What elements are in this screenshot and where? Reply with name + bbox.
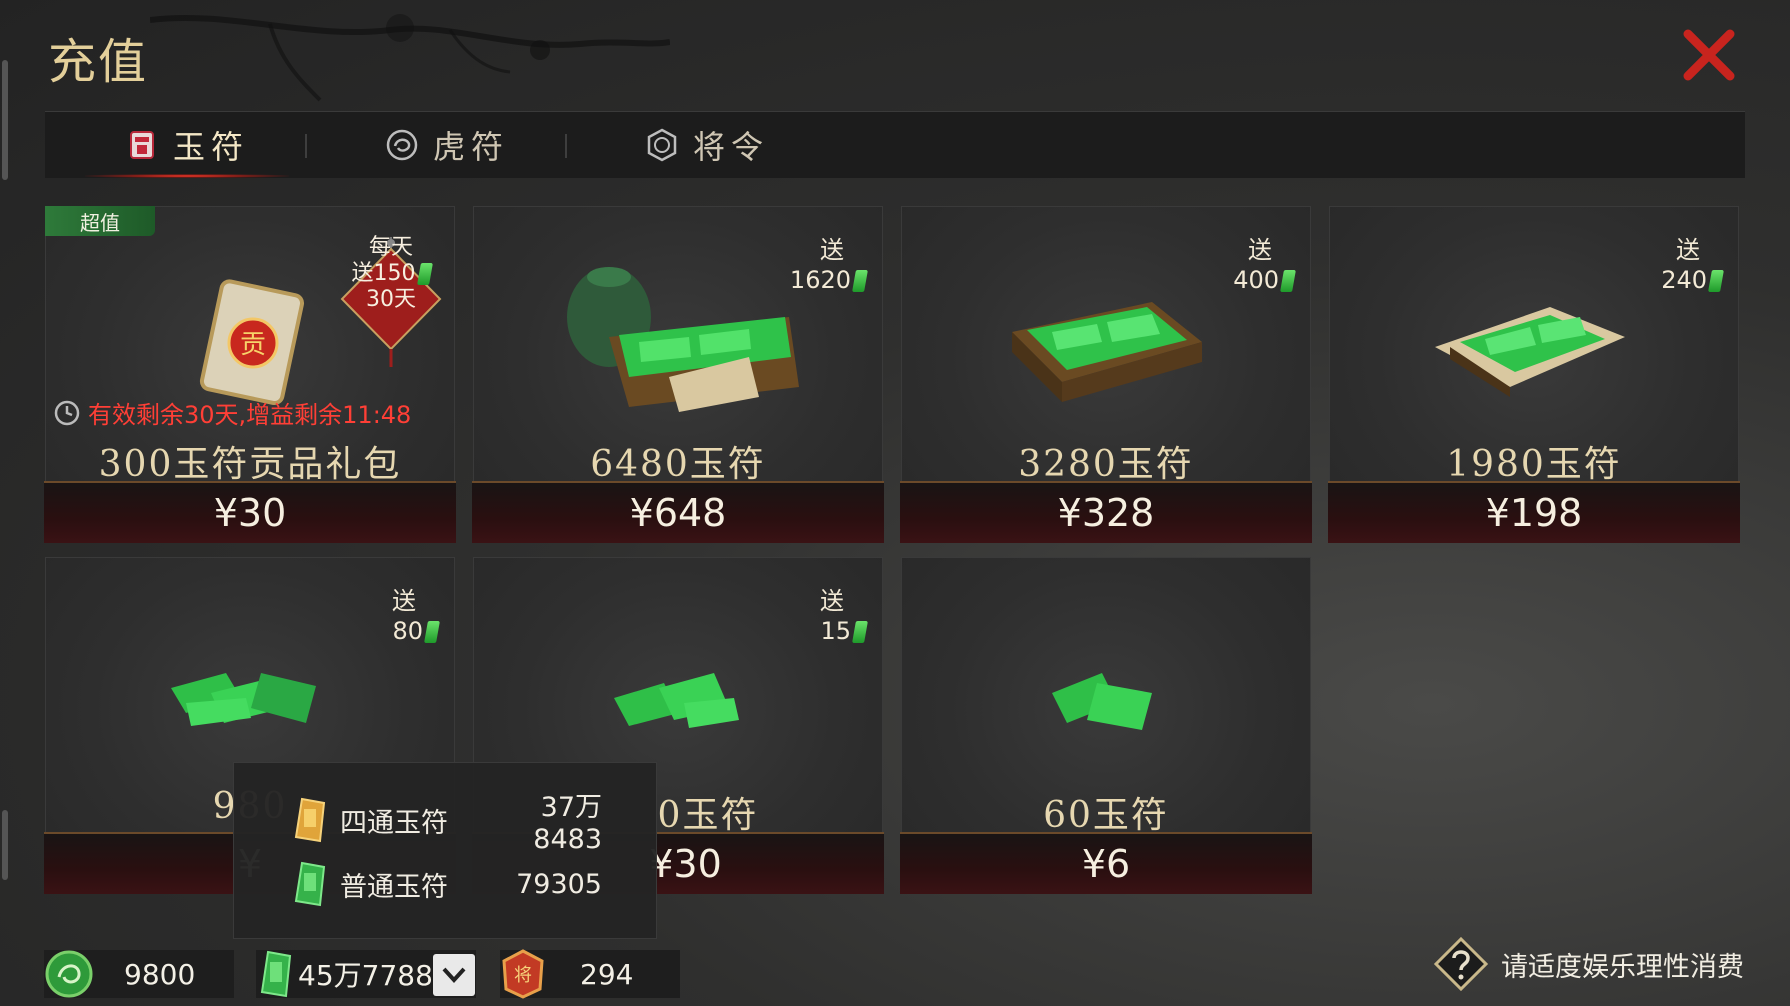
tooltip-label: 普通玉符 xyxy=(340,871,448,903)
bonus-amount-row: 15 xyxy=(820,616,868,646)
jade-pile-icon xyxy=(171,673,316,726)
ink-branch-decoration xyxy=(150,14,670,102)
jade-pair-icon xyxy=(1052,673,1152,730)
responsible-gaming-notice: 请适度娱乐理性消费 xyxy=(1433,936,1744,992)
jade-tray-icon xyxy=(1012,302,1202,402)
bonus-amount: 400 xyxy=(1233,266,1279,294)
jade-chest-icon xyxy=(567,267,799,412)
bonus-amount-row: 400 xyxy=(1233,265,1296,295)
pack-card-1980[interactable]: 送 240 1980玉符 ¥198 xyxy=(1328,206,1740,543)
validity-timer: 有效剩余30天,增益剩余11:48 xyxy=(54,395,411,430)
jade-mini-icon xyxy=(424,621,440,643)
jade-mini-icon xyxy=(1280,270,1296,292)
tiger-token-icon xyxy=(386,129,418,161)
jade-resource: 45万7788 xyxy=(256,950,433,998)
left-scroll-indicator xyxy=(2,60,8,180)
notice-text: 请适度娱乐理性消费 xyxy=(1501,951,1744,983)
bonus-amount: 80 xyxy=(392,617,423,645)
value-badge: 超值 xyxy=(45,206,155,236)
bonus-gift: 送 400 xyxy=(1233,235,1296,295)
tooltip-row-premium: 四通玉符 37万8483 xyxy=(290,785,602,855)
jade-mini-icon xyxy=(416,263,433,285)
tab-tiger-label: 虎符 xyxy=(433,128,510,166)
tab-general-order-label: 将令 xyxy=(693,128,770,166)
jade-token-icon xyxy=(130,131,154,159)
daily-gift-amount: 送150 xyxy=(351,261,416,286)
jade-cloth-icon xyxy=(1435,307,1625,397)
price-button[interactable]: ¥198 xyxy=(1328,481,1740,543)
general-order-icon xyxy=(647,128,677,162)
price-button[interactable]: ¥328 xyxy=(900,481,1312,543)
price-button[interactable]: ¥6 xyxy=(900,832,1312,894)
green-jade-icon xyxy=(294,861,326,907)
jade-small-pile-icon xyxy=(614,673,739,728)
tab-separator xyxy=(305,134,307,158)
price-button[interactable]: ¥30 xyxy=(44,481,456,543)
price-button[interactable]: ¥648 xyxy=(472,481,884,543)
order-resource: 将 294 xyxy=(500,949,634,999)
pack-card-tribute[interactable]: 超值 贡 每天 送150 30天 有效剩余30天,增益剩余11:48 300玉符… xyxy=(44,206,456,543)
jade-mini-icon xyxy=(1708,270,1724,292)
tooltip-row-normal: 普通玉符 79305 xyxy=(290,859,602,909)
bonus-label: 送 xyxy=(392,587,416,615)
pack-card-6480[interactable]: 送 1620 6480玉符 ¥648 xyxy=(472,206,884,543)
tab-general-order[interactable]: 将令 xyxy=(645,112,769,178)
close-icon[interactable] xyxy=(1680,26,1738,84)
tooltip-value: 79305 xyxy=(516,868,602,900)
pack-name: 300玉符贡品礼包 xyxy=(98,444,402,485)
pack-name: 1980玉符 xyxy=(1446,444,1622,485)
tooltip-value: 37万8483 xyxy=(533,792,602,855)
jade-details-dropdown[interactable] xyxy=(433,954,475,996)
pack-name: 60玉符 xyxy=(1043,795,1169,836)
tab-jade[interactable]: 玉符 xyxy=(84,112,290,178)
jade-icon xyxy=(260,950,292,998)
pack-card-3280[interactable]: 送 400 3280玉符 ¥328 xyxy=(900,206,1312,543)
chevron-down-icon xyxy=(442,967,466,983)
bonus-amount: 240 xyxy=(1661,266,1707,294)
bonus-amount-row: 80 xyxy=(392,616,440,646)
tab-bar: 玉符 虎符 将令 xyxy=(45,111,1745,178)
jade-mini-icon xyxy=(852,270,868,292)
daily-label: 每天 xyxy=(368,235,413,260)
coin-resource: 9800 xyxy=(44,950,195,998)
tab-tiger[interactable]: 虎符 xyxy=(385,112,509,178)
bonus-amount-row: 240 xyxy=(1661,265,1724,295)
tab-separator xyxy=(565,134,567,158)
clock-icon xyxy=(54,400,80,425)
daily-gift-amount-row: 送150 xyxy=(336,261,446,287)
pack-name: 3280玉符 xyxy=(1018,444,1194,485)
daily-days: 30天 xyxy=(366,287,416,312)
bonus-label: 送 xyxy=(1676,236,1700,264)
order-amount: 294 xyxy=(580,957,634,991)
coin-amount: 9800 xyxy=(124,957,196,991)
bonus-gift: 送 15 xyxy=(820,586,868,646)
page-title: 充值 xyxy=(48,34,149,90)
bonus-amount: 15 xyxy=(820,617,851,645)
tooltip-label: 四通玉符 xyxy=(340,807,448,839)
svg-text:贡: 贡 xyxy=(240,330,266,360)
jade-mini-icon xyxy=(852,621,868,643)
tab-jade-label: 玉符 xyxy=(173,128,250,166)
jade-balance-tooltip: 四通玉符 37万8483 普通玉符 79305 xyxy=(233,762,657,939)
bonus-gift: 送 240 xyxy=(1661,235,1724,295)
svg-text:将: 将 xyxy=(514,965,532,986)
pack-card-60[interactable]: 60玉符 ¥6 xyxy=(900,557,1312,894)
bonus-gift: 送 80 xyxy=(392,586,440,646)
jade-amount: 45万7788 xyxy=(298,959,433,992)
help-icon[interactable] xyxy=(1433,936,1489,992)
pack-name: 6480玉符 xyxy=(590,444,766,485)
coin-icon xyxy=(45,950,93,998)
validity-text: 有效剩余30天,增益剩余11:48 xyxy=(88,401,412,429)
daily-gift-text: 每天 送150 30天 xyxy=(336,235,446,313)
general-order-token-icon: 将 xyxy=(502,949,544,999)
bonus-label: 送 xyxy=(1248,236,1272,264)
left-scroll-indicator-lower xyxy=(2,810,8,880)
gold-jade-icon xyxy=(294,797,326,843)
bonus-label: 送 xyxy=(820,587,844,615)
